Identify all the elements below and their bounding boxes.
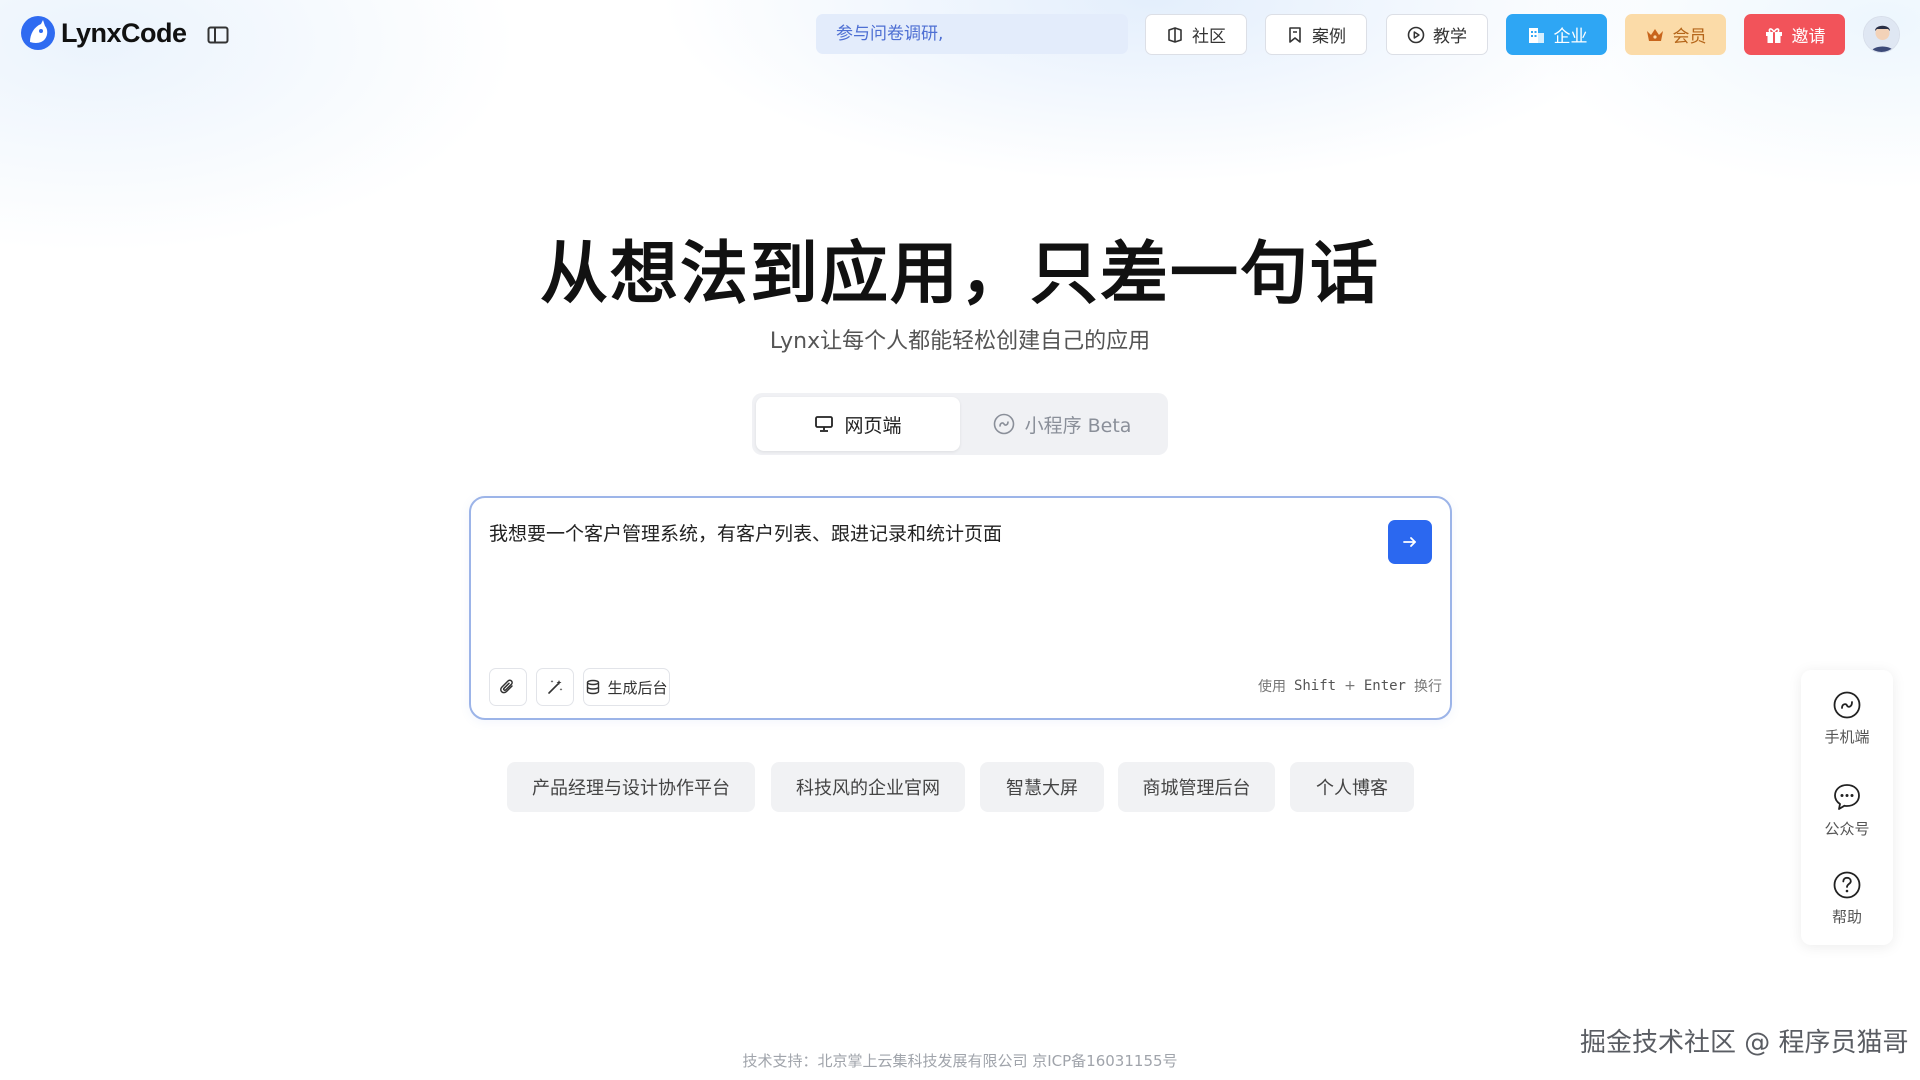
tutorial-label: 教学 [1433, 27, 1467, 47]
generate-backend-label: 生成后台 [607, 678, 668, 697]
avatar-icon [1864, 17, 1899, 52]
generate-backend-button[interactable]: 生成后台 [583, 668, 670, 706]
play-circle-icon [1407, 26, 1425, 43]
shortcut-hint: 使用 Shift + Enter 换行 [1258, 676, 1442, 696]
cases-label: 案例 [1312, 27, 1346, 47]
floating-side-panel: 手机端 公众号 帮助 [1801, 670, 1893, 945]
help-label: 帮助 [1831, 907, 1862, 926]
official-account-label: 公众号 [1824, 819, 1870, 838]
survey-banner[interactable]: 参与问卷调研, [816, 14, 1128, 54]
magic-wand-icon [548, 680, 563, 694]
hint-plus: + [1344, 678, 1356, 694]
sidebar-toggle-icon[interactable] [207, 26, 229, 44]
tab-miniprogram[interactable]: 小程序 Beta [960, 397, 1164, 451]
tab-web[interactable]: 网页端 [756, 397, 960, 451]
suggestion-chip[interactable]: 商城管理后台 [1118, 762, 1275, 812]
suggestion-chip[interactable]: 科技风的企业官网 [771, 762, 965, 812]
logo[interactable]: LynxCode [21, 16, 187, 50]
gift-icon [1765, 27, 1782, 43]
enterprise-button[interactable]: 企业 [1506, 14, 1607, 55]
miniprogram-icon [1833, 691, 1861, 718]
building-icon [1528, 27, 1544, 43]
hint-key-shift: Shift [1293, 678, 1337, 694]
prompt-textarea[interactable]: 我想要一个客户管理系统，有客户列表、跟进记录和统计页面 [489, 520, 1349, 548]
mobile-label: 手机端 [1824, 727, 1870, 746]
enterprise-label: 企业 [1553, 27, 1588, 47]
miniprogram-icon [993, 413, 1014, 435]
tab-miniprogram-label: 小程序 Beta [1024, 414, 1132, 437]
database-icon [587, 679, 600, 695]
invite-label: 邀请 [1791, 27, 1826, 47]
attach-button[interactable] [489, 668, 527, 706]
community-icon [1168, 26, 1182, 43]
community-button[interactable]: 社区 [1145, 14, 1247, 55]
platform-mode-switch: 网页端 小程序 Beta [752, 393, 1168, 455]
monitor-icon [815, 416, 834, 432]
magic-optimize-button[interactable] [536, 668, 574, 706]
hero-title: 从想法到应用，只差一句话 [539, 235, 1380, 314]
hint-prefix: 使用 [1257, 679, 1286, 695]
tutorial-button[interactable]: 教学 [1386, 14, 1488, 55]
top-header: LynxCode 参与问卷调研, 社区 案例 教学 企业 会员 邀请 [0, 0, 1920, 68]
arrow-right-icon [1403, 537, 1416, 547]
paperclip-icon [500, 679, 513, 694]
tab-web-label: 网页端 [844, 414, 902, 437]
chat-bubble-icon [1834, 783, 1860, 810]
suggestion-chip[interactable]: 产品经理与设计协作平台 [507, 762, 755, 812]
suggestion-chip[interactable]: 智慧大屏 [980, 762, 1104, 812]
crown-icon [1646, 28, 1663, 41]
hint-key-enter: Enter [1363, 678, 1406, 694]
community-label: 社区 [1192, 27, 1226, 47]
bookmark-icon [1289, 26, 1301, 43]
help-icon [1833, 871, 1861, 898]
suggestion-chip[interactable]: 个人博客 [1290, 762, 1414, 812]
prompt-input-box[interactable]: 我想要一个客户管理系统，有客户列表、跟进记录和统计页面 生成后台 使用 Shif… [469, 496, 1452, 720]
hint-suffix: 换行 [1414, 679, 1442, 695]
official-account-button[interactable]: 公众号 [1801, 770, 1893, 850]
watermark: 掘金技术社区 @ 程序员猫哥 [1580, 1028, 1909, 1058]
logo-text: LynxCode [61, 17, 187, 48]
cases-button[interactable]: 案例 [1265, 14, 1367, 55]
member-button[interactable]: 会员 [1625, 14, 1726, 55]
member-label: 会员 [1672, 27, 1707, 47]
invite-button[interactable]: 邀请 [1744, 14, 1845, 55]
send-button[interactable] [1388, 520, 1432, 564]
lynx-logo-icon [21, 16, 55, 50]
mobile-button[interactable]: 手机端 [1801, 678, 1893, 758]
user-avatar[interactable] [1863, 16, 1900, 53]
hero-subtitle: Lynx让每个人都能轻松创建自己的应用 [769, 329, 1151, 354]
help-button[interactable]: 帮助 [1801, 858, 1893, 938]
